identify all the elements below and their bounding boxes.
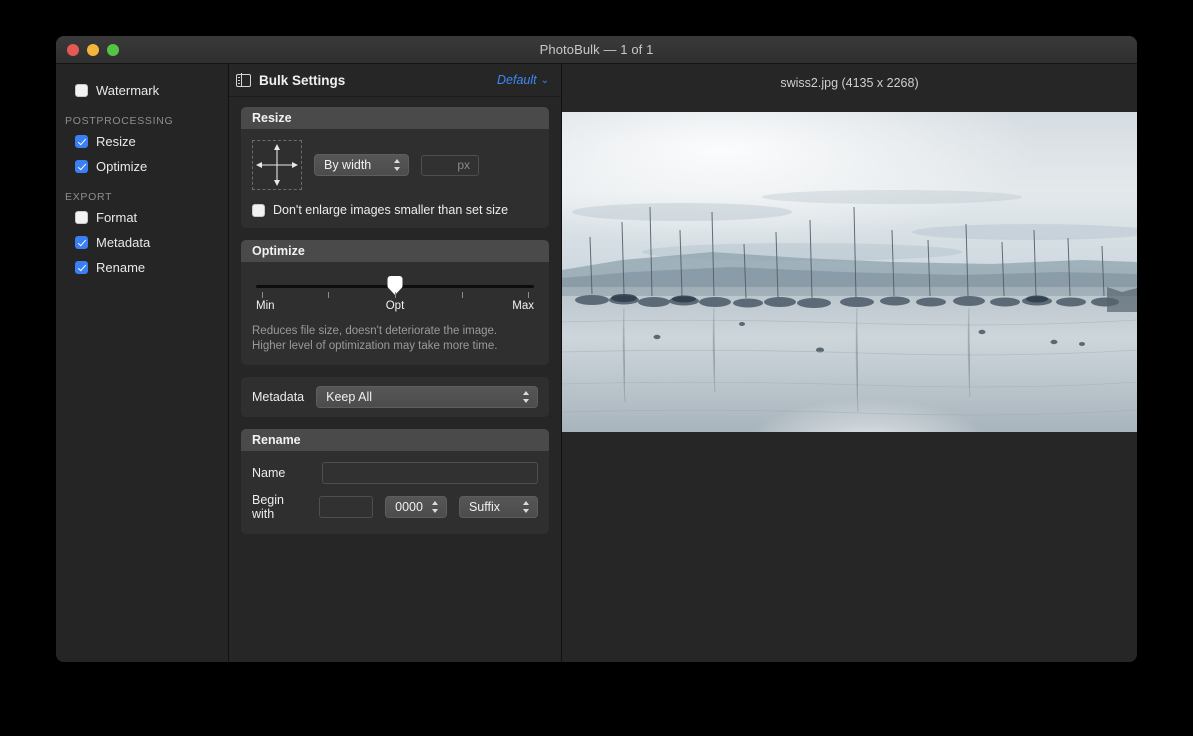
resize-controls-row: By width px — [252, 140, 538, 190]
rename-counter-value: 0000 — [395, 500, 423, 514]
stepper-arrows-icon[interactable] — [393, 158, 402, 172]
rename-counter-select[interactable]: 0000 — [385, 496, 447, 518]
optimize-hint-line2: Higher level of optimization may take mo… — [252, 340, 498, 352]
rename-position-value: Suffix — [468, 500, 501, 514]
sidebar-item-label: Optimize — [96, 159, 148, 174]
metadata-select[interactable]: Keep All — [316, 386, 538, 408]
resize-panel: Resize By width px Don't enlarge images … — [241, 107, 549, 228]
sidebar-item-watermark[interactable]: Watermark — [56, 78, 228, 103]
resize-size-input[interactable]: px — [421, 154, 479, 176]
sidebar-item-label: Rename — [96, 260, 146, 275]
sidebar-group-export: EXPORT — [65, 191, 113, 203]
stepper-arrows-icon[interactable] — [522, 390, 531, 404]
window-title: PhotoBulk — 1 of 1 — [539, 42, 654, 57]
dont-enlarge-row[interactable]: Don't enlarge images smaller than set si… — [252, 203, 538, 217]
optimize-panel-title: Optimize — [241, 240, 549, 262]
rename-panel-title: Rename — [241, 429, 549, 451]
optimize-scale-labels: Min Opt Max — [256, 300, 534, 312]
settings-body: Resize By width px Don't enlarge images … — [229, 97, 561, 662]
rename-position-select[interactable]: Suffix — [458, 496, 538, 518]
sidebar-item-format[interactable]: Format — [56, 205, 228, 230]
preview-image[interactable] — [562, 112, 1137, 432]
optimize-slider-wrap: Min Opt Max — [252, 273, 538, 312]
resize-panel-title: Resize — [241, 107, 549, 129]
resize-arrows-svg — [256, 144, 298, 186]
desktop-background: PhotoBulk — 1 of 1 Watermark POSTPROCESS… — [0, 0, 1193, 736]
sidebar-items: Watermark POSTPROCESSING Resize Optimize… — [56, 64, 228, 662]
chevron-down-icon: ⌄ — [540, 74, 549, 86]
window-titlebar[interactable]: PhotoBulk — 1 of 1 — [56, 36, 1137, 64]
settings-header: Bulk Settings Default ⌄ — [229, 64, 561, 97]
scale-min-label: Min — [256, 300, 275, 312]
sidebar-item-label: Metadata — [96, 235, 151, 250]
scale-max-label: Max — [512, 300, 534, 312]
preview-photo-svg — [562, 112, 1137, 432]
resize-arrows-icon — [252, 140, 302, 190]
rename-begin-input[interactable] — [318, 496, 374, 518]
rename-name-row: Name — [252, 462, 538, 484]
preset-label: Default — [497, 73, 537, 87]
sidebar-item-resize[interactable]: Resize — [56, 129, 228, 154]
sidebar-group-postprocessing: POSTPROCESSING — [65, 115, 174, 127]
sidebar-item-label: Resize — [96, 134, 136, 149]
rename-checkbox[interactable] — [75, 261, 88, 274]
optimize-hint-line1: Reduces file size, doesn't deteriorate t… — [252, 325, 498, 337]
resize-mode-select[interactable]: By width — [314, 154, 409, 176]
metadata-checkbox[interactable] — [75, 236, 88, 249]
resize-size-placeholder: px — [457, 158, 470, 172]
resize-checkbox[interactable] — [75, 135, 88, 148]
rename-name-label: Name — [252, 466, 286, 480]
sidebar-item-label: Format — [96, 210, 138, 225]
rename-begin-row: Begin with 0000 Suffix — [252, 493, 538, 521]
settings-panel: Bulk Settings Default ⌄ Resize By width … — [229, 64, 562, 662]
sidebar-item-metadata[interactable]: Metadata — [56, 230, 228, 255]
close-button[interactable] — [67, 44, 79, 56]
metadata-panel: Metadata Keep All — [241, 377, 549, 417]
sidebar-item-rename[interactable]: Rename — [56, 255, 228, 280]
dont-enlarge-label: Don't enlarge images smaller than set si… — [273, 203, 509, 217]
preview-filename: swiss2.jpg (4135 x 2268) — [780, 76, 919, 90]
resize-mode-value: By width — [324, 158, 372, 172]
sidebar-toggle-icon[interactable] — [236, 73, 251, 87]
rename-begin-label: Begin with — [252, 493, 284, 521]
window-body: Watermark POSTPROCESSING Resize Optimize… — [56, 64, 1137, 662]
resize-panel-content: By width px Don't enlarge images smaller… — [241, 129, 549, 228]
stepper-arrows-icon[interactable] — [522, 500, 531, 514]
photobulk-window: PhotoBulk — 1 of 1 Watermark POSTPROCESS… — [56, 36, 1137, 662]
rename-name-input[interactable] — [322, 462, 538, 484]
rename-panel: Rename Name Begin with 0000 Suffix — [241, 429, 549, 534]
minimize-button[interactable] — [87, 44, 99, 56]
format-checkbox[interactable] — [75, 211, 88, 224]
optimize-hint: Reduces file size, doesn't deteriorate t… — [252, 324, 538, 354]
dont-enlarge-checkbox[interactable] — [252, 203, 265, 217]
rename-panel-content: Name Begin with 0000 Suffix — [241, 451, 549, 534]
watermark-checkbox[interactable] — [75, 84, 88, 97]
preview-pane: swiss2.jpg (4135 x 2268) — [562, 64, 1137, 662]
scale-opt-label: Opt — [385, 300, 405, 312]
stepper-arrows-icon[interactable] — [431, 500, 440, 514]
optimize-panel-content: Min Opt Max Reduces file size, doesn't d… — [241, 262, 549, 365]
metadata-value: Keep All — [326, 390, 372, 404]
preset-selector[interactable]: Default ⌄ — [497, 73, 549, 87]
traffic-lights — [67, 44, 119, 56]
sidebar-item-label: Watermark — [96, 83, 160, 98]
page-title: Bulk Settings — [259, 72, 346, 88]
optimize-checkbox[interactable] — [75, 160, 88, 173]
optimize-slider-ticks — [256, 292, 534, 299]
sidebar-item-optimize[interactable]: Optimize — [56, 154, 228, 179]
sidebar: Watermark POSTPROCESSING Resize Optimize… — [56, 64, 229, 662]
metadata-label: Metadata — [252, 390, 305, 404]
optimize-panel: Optimize Min Opt Max Reduces file size, … — [241, 240, 549, 365]
optimize-slider[interactable] — [256, 276, 534, 295]
zoom-button[interactable] — [107, 44, 119, 56]
